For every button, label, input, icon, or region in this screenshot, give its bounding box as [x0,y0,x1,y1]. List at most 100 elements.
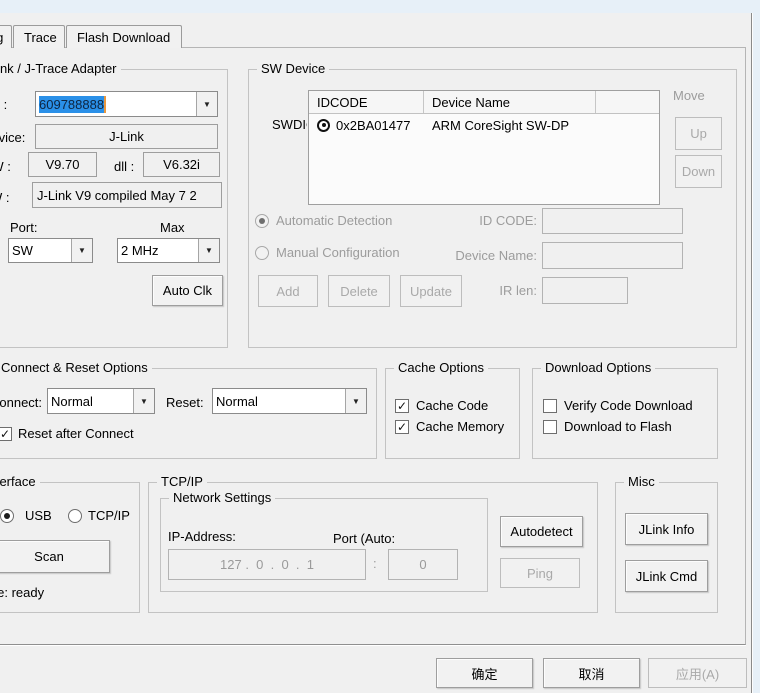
device-label: Device: [0,130,25,146]
tab-trace[interactable]: Trace [13,25,65,48]
reset-value: Normal [213,389,345,413]
device-value-box: J-Link [35,124,218,149]
add-button: Add [258,275,318,307]
auto-clk-button[interactable]: Auto Clk [152,275,223,306]
move-up-button: Up [675,117,722,150]
row-selected-radio-icon [317,119,330,132]
fw-value-box: J-Link V9 compiled May 7 2 [32,182,222,208]
ping-button: Ping [500,558,580,588]
apply-button: 应用(A) [648,658,747,688]
tab-debug-label: Debug [0,30,3,45]
automatic-detection-label: Automatic Detection [276,213,392,229]
misc-group: Misc [615,482,718,613]
network-settings-group-title: Network Settings [169,490,275,506]
manual-configuration-radio [255,246,269,260]
adapter-group-title: J-Link / J-Trace Adapter [0,61,121,77]
max-clock-value: 2 MHz [118,239,198,262]
column-header-device-name: Device Name [424,91,596,113]
device-name-label: Device Name: [417,248,537,264]
sn-value: 609788888 [39,96,106,113]
interface-group-title: Interface [0,474,40,490]
ir-len-input [542,277,628,304]
sw-device-group-title: SW Device [257,61,329,77]
usb-radio[interactable] [0,509,14,523]
table-header-row: IDCODE Device Name [309,91,659,114]
port-combobox[interactable]: SW ▼ [8,238,93,263]
tcpip-group-title: TCP/IP [157,474,207,490]
cancel-button[interactable]: 取消 [543,658,640,688]
download-to-flash-label: Download to Flash [564,419,672,435]
dll-label: dll : [114,159,134,175]
port-label: Port: [10,220,37,236]
connect-combobox[interactable]: Normal ▼ [47,388,155,414]
cache-code-checkbox[interactable]: ✓ [395,399,409,413]
verify-code-download-label: Verify Code Download [564,398,693,414]
port-value: SW [9,239,71,262]
column-header-blank [596,91,659,113]
jlink-cmd-button[interactable]: JLink Cmd [625,560,708,592]
cache-memory-checkbox[interactable]: ✓ [395,420,409,434]
screen: Debug Trace Flash Download J-Link / J-Tr… [0,0,760,693]
cache-options-group-title: Cache Options [394,360,488,376]
move-label: Move [673,88,705,104]
ip-address-input: 127 . 0 . 0 . 1 [168,549,366,580]
fw-label: FW : [0,190,9,206]
ip-address-label: IP-Address: [168,529,238,545]
hw-label: HW : [0,159,11,175]
connect-dropdown-arrow-icon[interactable]: ▼ [133,389,154,413]
connect-reset-group-title: Connect & Reset Options [0,360,152,376]
jlink-driver-setup-dialog: Debug Trace Flash Download J-Link / J-Tr… [0,13,752,693]
max-dropdown-arrow-icon[interactable]: ▼ [198,239,219,262]
tab-flash-download[interactable]: Flash Download [66,25,182,48]
connect-label: Connect: [0,395,42,411]
jlink-info-button[interactable]: JLink Info [625,513,708,545]
reset-dropdown-arrow-icon[interactable]: ▼ [345,389,366,413]
update-button: Update [400,275,462,307]
download-options-group-title: Download Options [541,360,655,376]
tcpip-radio-label: TCP/IP [88,508,130,524]
tab-flash-download-label: Flash Download [77,30,170,45]
connect-value: Normal [48,389,133,413]
row-idcode: 0x2BA01477 [336,118,410,133]
table-row[interactable]: 0x2BA01477 ARM CoreSight SW-DP [309,114,659,136]
reset-combobox[interactable]: Normal ▼ [212,388,367,414]
reset-after-connect-label: Reset after Connect [18,426,134,442]
hw-value-box: V9.70 [28,152,97,177]
swdio-row-label: SWDIO [272,117,307,133]
max-label: Max [160,220,185,236]
autodetect-button[interactable]: Autodetect [500,516,583,547]
reset-label: Reset: [166,395,204,411]
cache-memory-label: Cache Memory [416,419,504,435]
usb-label: USB [25,508,52,524]
ok-button[interactable]: 确定 [436,658,533,688]
port-dropdown-arrow-icon[interactable]: ▼ [71,239,92,262]
reset-after-connect-checkbox[interactable]: ✓ [0,427,12,441]
tab-trace-label: Trace [24,30,57,45]
tcpip-radio[interactable] [68,509,82,523]
column-header-idcode: IDCODE [309,91,424,113]
sn-dropdown-arrow-icon[interactable]: ▼ [196,92,217,116]
tab-debug[interactable]: Debug [0,25,12,48]
manual-configuration-label: Manual Configuration [276,245,400,261]
max-clock-combobox[interactable]: 2 MHz ▼ [117,238,220,263]
dll-value-box: V6.32i [143,152,220,177]
id-code-input [542,208,683,234]
device-name-input [542,242,683,269]
download-to-flash-checkbox[interactable] [543,420,557,434]
move-down-button: Down [675,155,722,188]
port-auto-label: Port (Auto: [333,531,419,547]
verify-code-download-checkbox[interactable] [543,399,557,413]
cache-code-label: Cache Code [416,398,488,414]
delete-button: Delete [328,275,390,307]
scan-button[interactable]: Scan [0,540,110,573]
automatic-detection-radio [255,214,269,228]
misc-group-title: Misc [624,474,659,490]
sn-label: SN : [0,97,7,113]
port-input: 0 [388,549,458,580]
id-code-label: ID CODE: [437,213,537,229]
ir-len-label: IR len: [457,283,537,299]
row-device-name: ARM CoreSight SW-DP [424,118,596,133]
sn-combobox[interactable]: 609788888 ▼ [35,91,218,117]
state-text: State: ready [0,585,44,601]
sw-device-table: IDCODE Device Name 0x2BA01477 ARM CoreSi… [308,90,660,205]
